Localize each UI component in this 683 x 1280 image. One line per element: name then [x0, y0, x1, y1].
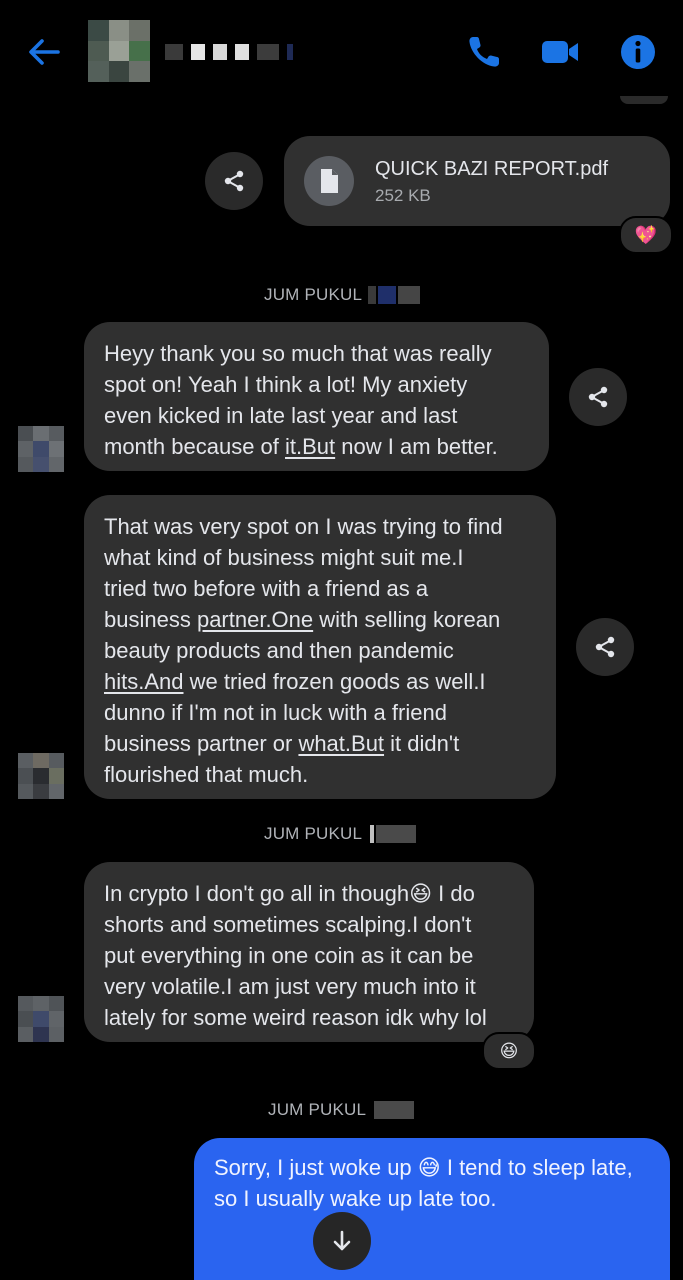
message-link[interactable]: hits.And: [104, 669, 184, 694]
incoming-message[interactable]: Heyy thank you so much that was really s…: [84, 322, 549, 471]
back-button[interactable]: [22, 30, 66, 74]
share-button[interactable]: [569, 368, 627, 426]
info-button[interactable]: [614, 28, 662, 76]
info-icon: [621, 35, 655, 69]
message-link[interactable]: it.But: [285, 434, 335, 459]
video-call-button[interactable]: [536, 28, 584, 76]
sender-avatar[interactable]: [18, 996, 64, 1042]
share-button[interactable]: [205, 152, 263, 210]
timestamp: JUM PUKUL: [264, 285, 421, 305]
call-button[interactable]: [460, 28, 508, 76]
contact-name-redacted: [165, 44, 183, 60]
message-link[interactable]: partner.One: [197, 607, 313, 632]
chat-header: [0, 0, 683, 104]
share-button[interactable]: [576, 618, 634, 676]
reaction-badge[interactable]: 💖: [619, 216, 673, 254]
previous-reaction-edge: [620, 96, 668, 104]
file-attachment-bubble[interactable]: [284, 136, 670, 226]
timestamp: JUM PUKUL: [268, 1100, 415, 1120]
sender-avatar[interactable]: [18, 426, 64, 472]
contact-avatar[interactable]: [88, 20, 150, 82]
sender-avatar[interactable]: [18, 753, 64, 799]
arrow-left-icon: [29, 39, 60, 65]
incoming-message[interactable]: That was very spot on I was trying to fi…: [84, 495, 556, 799]
outgoing-message[interactable]: Sorry, I just woke up 😅 I tend to sleep …: [194, 1138, 670, 1280]
scroll-to-bottom-button[interactable]: [313, 1212, 371, 1270]
reaction-badge[interactable]: 😆: [482, 1032, 536, 1070]
share-icon: [224, 170, 244, 192]
arrow-down-icon: [333, 1230, 351, 1251]
message-link[interactable]: what.But: [298, 731, 384, 756]
file-name: QUICK BAZI REPORT.pdf: [375, 158, 609, 180]
messenger-chat-screen: QUICK BAZI REPORT.pdf 252 KB 💖 JUM PUKUL…: [0, 0, 683, 1280]
share-icon: [595, 636, 615, 658]
file-icon: [304, 156, 354, 206]
phone-icon: [469, 37, 499, 67]
incoming-message[interactable]: In crypto I don't go all in though😆 I do…: [84, 862, 534, 1042]
contact-name[interactable]: [165, 43, 293, 61]
share-icon: [588, 386, 608, 408]
timestamp: JUM PUKUL: [264, 824, 417, 844]
file-size: 252 KB: [375, 186, 431, 205]
video-camera-icon: [542, 41, 578, 63]
